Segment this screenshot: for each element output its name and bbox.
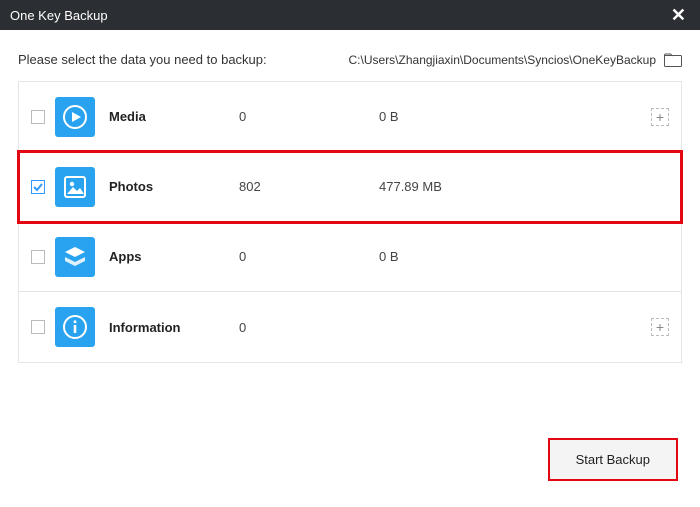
apps-icon <box>55 237 95 277</box>
row-checkbox[interactable] <box>31 180 45 194</box>
info-icon <box>55 307 95 347</box>
list-item: Information0 + <box>19 292 681 362</box>
row-count: 802 <box>239 179 379 194</box>
row-count: 0 <box>239 320 379 335</box>
row-checkbox[interactable] <box>31 320 45 334</box>
backup-list: Media00 B+Photos802477.89 MBApps00 BInfo… <box>18 81 682 363</box>
close-icon[interactable]: ✕ <box>667 4 690 26</box>
titlebar: One Key Backup ✕ <box>0 0 700 30</box>
row-name: Photos <box>109 179 239 194</box>
footer: Start Backup <box>548 438 678 481</box>
row-size: 0 B <box>379 249 669 264</box>
row-name: Information <box>109 320 239 335</box>
row-name: Apps <box>109 249 239 264</box>
row-size: 477.89 MB <box>379 179 669 194</box>
path-text: C:\Users\Zhangjiaxin\Documents\Syncios\O… <box>349 53 656 67</box>
row-checkbox[interactable] <box>31 250 45 264</box>
row-size: 0 B <box>379 109 651 124</box>
row-checkbox[interactable] <box>31 110 45 124</box>
list-item: Media00 B+ <box>19 82 681 152</box>
start-backup-button[interactable]: Start Backup <box>548 438 678 481</box>
window-title: One Key Backup <box>10 8 108 23</box>
row-count: 0 <box>239 109 379 124</box>
list-item: Apps00 B <box>19 222 681 292</box>
play-icon <box>55 97 95 137</box>
add-button[interactable]: + <box>651 318 669 336</box>
photo-icon <box>55 167 95 207</box>
add-button[interactable]: + <box>651 108 669 126</box>
list-item: Photos802477.89 MB <box>19 152 681 222</box>
prompt-text: Please select the data you need to backu… <box>18 52 267 67</box>
backup-path[interactable]: C:\Users\Zhangjiaxin\Documents\Syncios\O… <box>349 53 682 67</box>
row-count: 0 <box>239 249 379 264</box>
folder-icon[interactable] <box>664 53 682 67</box>
row-name: Media <box>109 109 239 124</box>
header-row: Please select the data you need to backu… <box>0 30 700 81</box>
